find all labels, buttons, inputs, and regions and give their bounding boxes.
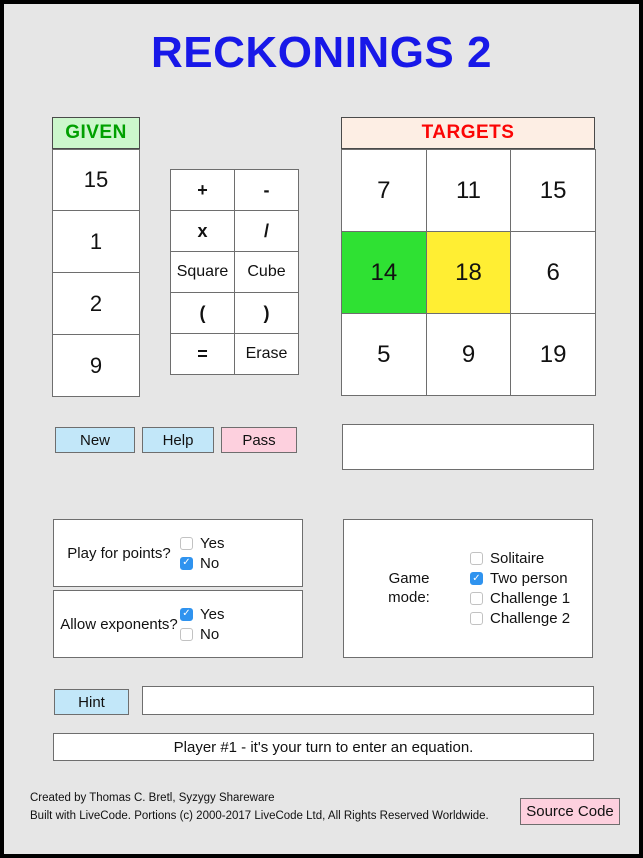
hint-button[interactable]: Hint <box>54 689 129 715</box>
equation-display-field[interactable] <box>342 424 594 470</box>
play-for-points-label: Play for points? <box>67 544 171 562</box>
game-mode-label: Game mode: <box>344 570 470 608</box>
footer-credits: Created by Thomas C. Bretl, Syzygy Share… <box>30 790 489 826</box>
target-cell[interactable]: 7 <box>341 149 427 232</box>
footer-line-1: Created by Thomas C. Bretl, Syzygy Share… <box>30 792 275 804</box>
allow-exponents-choices: ✓ Yes ✓ No <box>180 606 302 643</box>
game-mode-label-line2: mode: <box>388 588 430 606</box>
choice-label: Challenge 1 <box>490 590 571 607</box>
choice-label: Challenge 2 <box>490 610 571 627</box>
checkbox-unchecked-icon[interactable]: ✓ <box>180 536 193 550</box>
hint-display-field[interactable] <box>142 686 594 715</box>
game-mode-choices: ✓ Solitaire ✓ Two person ✓ Challenge 1 ✓… <box>470 550 592 627</box>
game-mode-two-person[interactable]: ✓ Two person <box>470 570 592 587</box>
choice-label: No <box>200 625 220 643</box>
footer-line-2: Built with LiveCode. Portions (c) 2000-2… <box>30 809 489 822</box>
pass-button[interactable]: Pass <box>221 427 297 453</box>
target-cell[interactable]: 11 <box>425 149 512 232</box>
checkbox-unchecked-icon[interactable]: ✓ <box>180 627 193 641</box>
given-panel: GIVEN 15 1 2 9 <box>52 117 140 397</box>
given-header: GIVEN <box>52 117 140 149</box>
allow-exponents-no[interactable]: ✓ No <box>180 626 302 643</box>
given-number-cell[interactable]: 9 <box>52 335 140 397</box>
game-mode-label-line1: Game <box>388 569 430 587</box>
allow-exponents-panel: Allow exponents? ✓ Yes ✓ No <box>53 590 303 658</box>
play-for-points-choices: ✓ Yes ✓ No <box>180 535 302 572</box>
given-number-cell[interactable]: 15 <box>52 149 140 211</box>
allow-exponents-label: Allow exponents? <box>60 615 178 633</box>
operators-panel: + - x / Square Cube ( ) = Erase <box>170 169 299 375</box>
help-button[interactable]: Help <box>142 427 214 453</box>
checkbox-checked-icon[interactable]: ✓ <box>180 556 193 570</box>
game-mode-solitaire[interactable]: ✓ Solitaire <box>470 550 592 567</box>
targets-header: TARGETS <box>341 117 595 149</box>
target-cell-selected-yellow[interactable]: 18 <box>425 231 512 314</box>
source-code-button[interactable]: Source Code <box>520 798 620 825</box>
operator-button-open-paren[interactable]: ( <box>170 292 235 334</box>
choice-label: Yes <box>200 534 225 552</box>
target-cell-selected-green[interactable]: 14 <box>341 231 427 314</box>
checkbox-unchecked-icon[interactable]: ✓ <box>470 552 483 565</box>
operator-button-erase[interactable]: Erase <box>234 333 299 375</box>
play-for-points-no[interactable]: ✓ No <box>180 555 302 572</box>
target-cell[interactable]: 9 <box>425 313 512 396</box>
given-number-cell[interactable]: 1 <box>52 211 140 273</box>
targets-panel: TARGETS 7 11 15 14 18 6 5 9 19 <box>341 117 596 396</box>
checkbox-unchecked-icon[interactable]: ✓ <box>470 592 483 605</box>
target-cell[interactable]: 6 <box>510 231 596 314</box>
given-number-cell[interactable]: 2 <box>52 273 140 335</box>
checkbox-checked-icon[interactable]: ✓ <box>470 572 483 585</box>
target-cell[interactable]: 5 <box>341 313 427 396</box>
page-title: RECKONINGS 2 <box>151 28 492 77</box>
operator-button-plus[interactable]: + <box>170 169 235 211</box>
target-cell[interactable]: 19 <box>510 313 596 396</box>
play-for-points-yes[interactable]: ✓ Yes <box>180 535 302 552</box>
play-for-points-panel: Play for points? ✓ Yes ✓ No <box>53 519 303 587</box>
checkbox-checked-icon[interactable]: ✓ <box>180 607 193 621</box>
operator-button-divide[interactable]: / <box>234 210 299 252</box>
status-message-bar: Player #1 - it's your turn to enter an e… <box>53 733 594 761</box>
target-cell[interactable]: 15 <box>510 149 596 232</box>
new-game-button[interactable]: New <box>55 427 135 453</box>
operator-button-cube[interactable]: Cube <box>234 251 299 293</box>
choice-label: Solitaire <box>490 550 545 567</box>
operator-button-equals[interactable]: = <box>170 333 235 375</box>
operator-button-times[interactable]: x <box>170 210 235 252</box>
targets-grid: 7 11 15 14 18 6 5 9 19 <box>341 149 596 396</box>
choice-label: Yes <box>200 605 225 623</box>
choice-label: No <box>200 554 220 572</box>
checkbox-unchecked-icon[interactable]: ✓ <box>470 612 483 625</box>
operator-button-minus[interactable]: - <box>234 169 299 211</box>
reckonings-app-window: RECKONINGS 2 GIVEN 15 1 2 9 + - x / Squa… <box>0 0 643 858</box>
allow-exponents-yes[interactable]: ✓ Yes <box>180 606 302 623</box>
game-mode-challenge-1[interactable]: ✓ Challenge 1 <box>470 590 592 607</box>
game-mode-panel: Game mode: ✓ Solitaire ✓ Two person ✓ Ch… <box>343 519 593 658</box>
operator-button-square[interactable]: Square <box>170 251 235 293</box>
game-mode-challenge-2[interactable]: ✓ Challenge 2 <box>470 610 592 627</box>
choice-label: Two person <box>490 570 568 587</box>
operator-button-close-paren[interactable]: ) <box>234 292 299 334</box>
